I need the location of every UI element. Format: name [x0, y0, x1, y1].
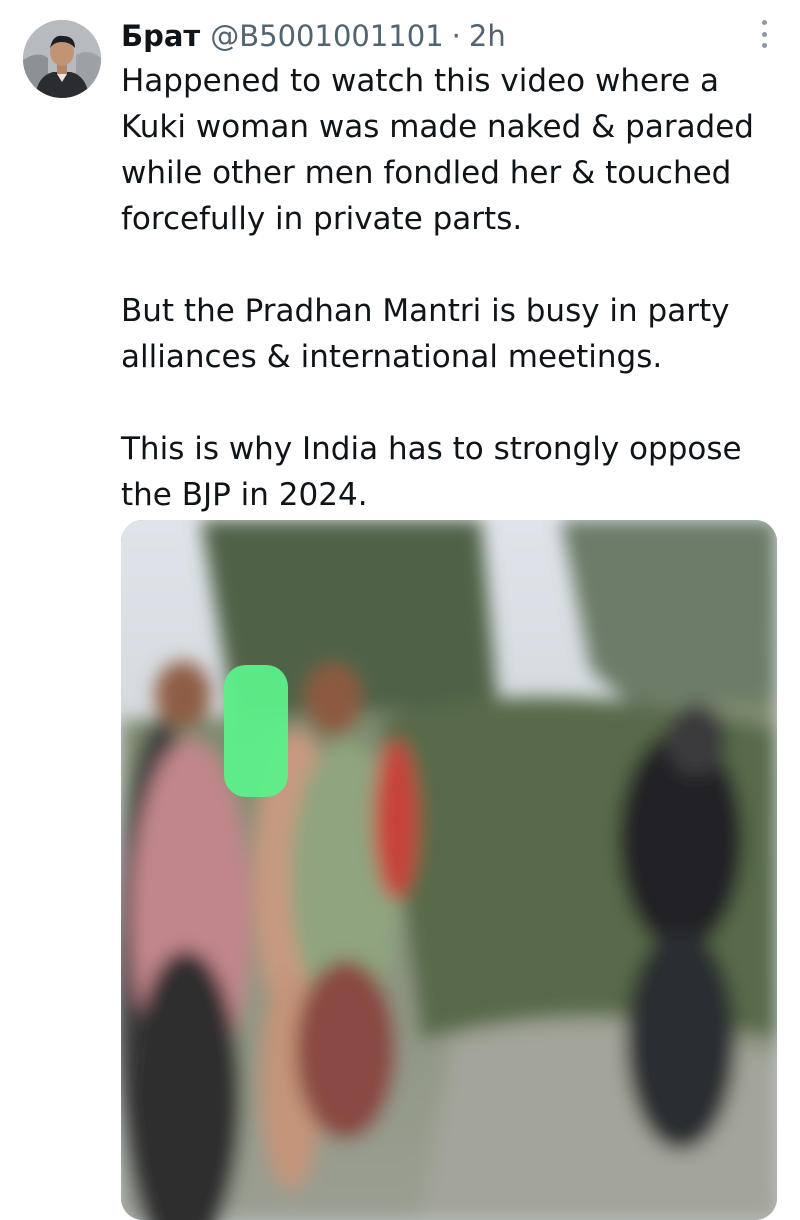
- tweet-header: Брат @B5001001101 · 2h: [121, 16, 740, 56]
- separator-dot: ·: [451, 19, 461, 53]
- author-display-name[interactable]: Брат: [121, 16, 200, 56]
- author-handle[interactable]: @B5001001101: [210, 16, 443, 56]
- tweet-paragraph: This is why India has to strongly oppose…: [121, 431, 742, 513]
- avatar[interactable]: [23, 20, 101, 98]
- tweet-text: Happened to watch this video where a Kuk…: [121, 58, 781, 518]
- more-vertical-icon[interactable]: [756, 20, 772, 48]
- tweet-media-image[interactable]: [121, 520, 777, 1220]
- user-avatar-icon: [23, 20, 101, 98]
- timestamp[interactable]: 2h: [469, 16, 506, 56]
- tweet-paragraph: Happened to watch this video where a Kuk…: [121, 63, 754, 237]
- blurred-photo: [121, 520, 777, 1220]
- tweet-paragraph: But the Pradhan Mantri is busy in party …: [121, 293, 730, 375]
